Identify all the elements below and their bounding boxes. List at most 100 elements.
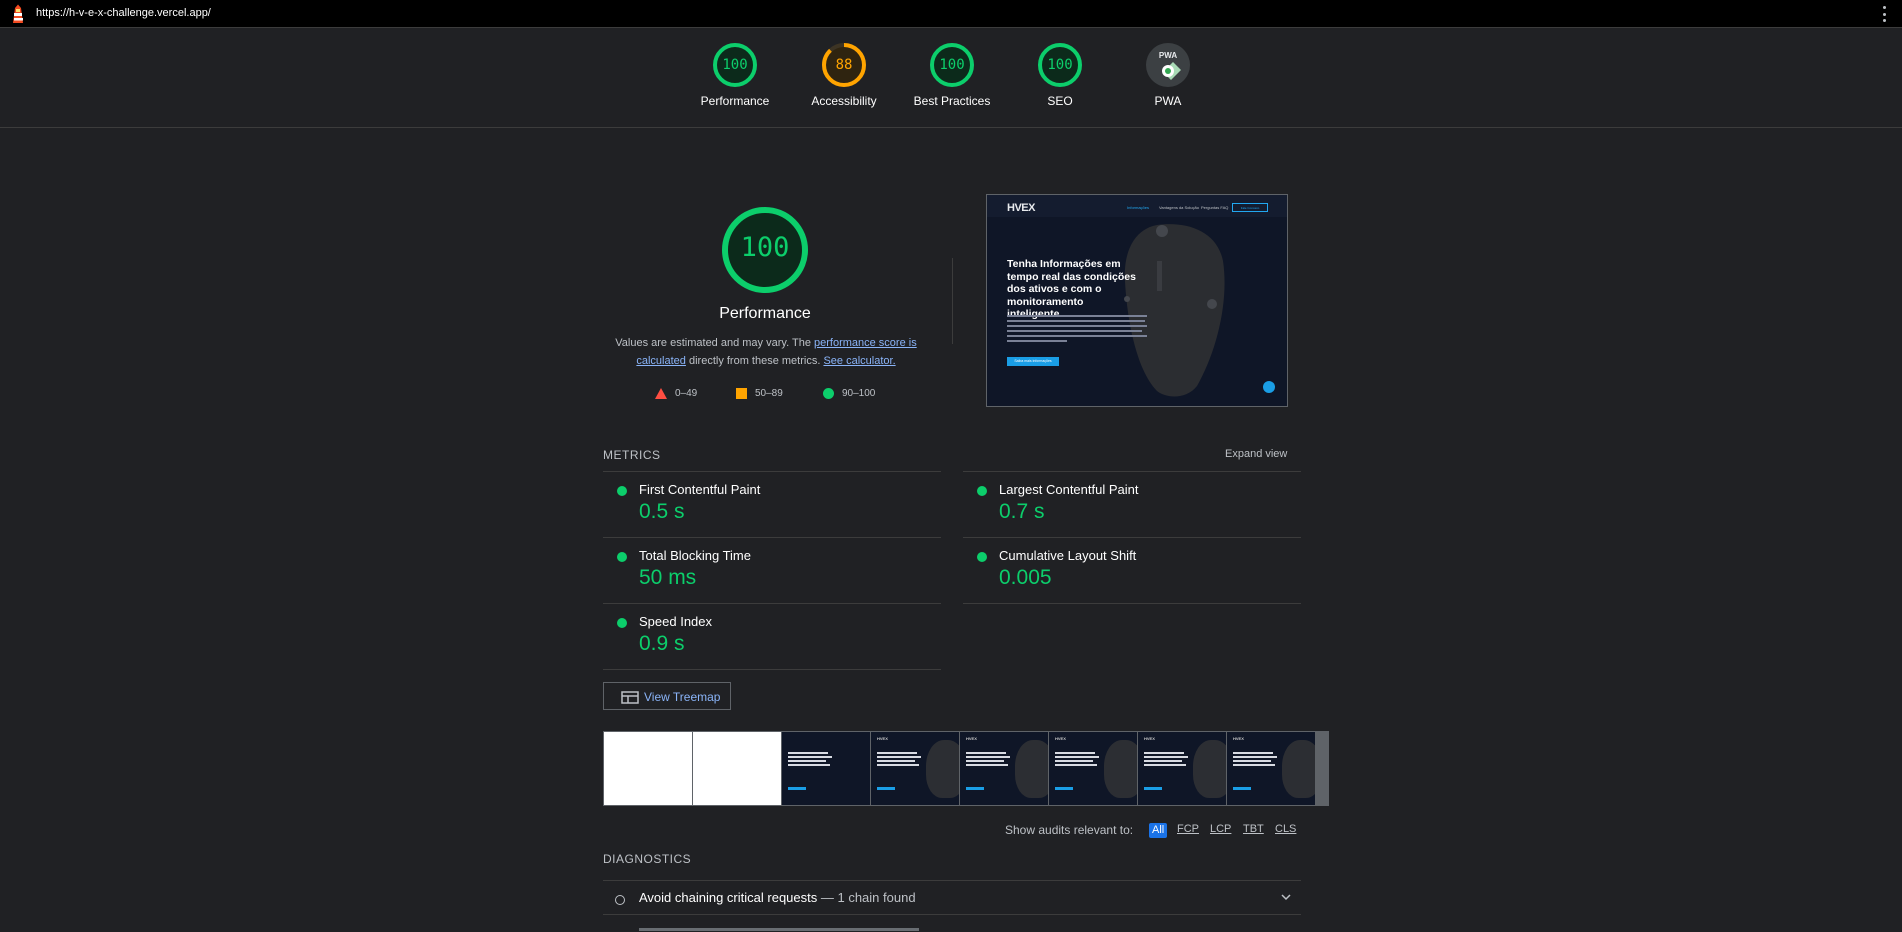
metric-speed-index: Speed Index 0.9 s	[603, 603, 941, 670]
pass-circle-icon	[617, 552, 627, 562]
report-topbar: https://h-v-e-x-challenge.vercel.app/	[0, 0, 1902, 28]
audit-title-text: Avoid chaining critical requests	[639, 890, 818, 905]
expand-view-toggle[interactable]: Expand view	[1225, 448, 1287, 460]
filmstrip-frame	[693, 732, 781, 805]
divider	[952, 258, 953, 344]
audit-filter-label: Show audits relevant to:	[1005, 823, 1134, 837]
gauge-score: 100	[939, 57, 965, 73]
gauge-accessibility[interactable]: 88 Accessibility	[789, 42, 899, 108]
screenshot-headline: Tenha Informações em tempo real das cond…	[1007, 258, 1136, 320]
lighthouse-logo-icon	[13, 4, 23, 23]
legend-average-label: 50–89	[755, 388, 783, 399]
filmstrip-frame: HVEX	[871, 732, 959, 805]
filter-chip-cls[interactable]: CLS	[1275, 823, 1296, 835]
score-scale-legend: 0–49 50–89 90–100	[655, 388, 895, 402]
pass-circle-icon	[617, 618, 627, 628]
report-url[interactable]: https://h-v-e-x-challenge.vercel.app/	[36, 7, 211, 19]
filmstrip-frame: HVEX	[960, 732, 1048, 805]
audit-title: Avoid chaining critical requests — 1 cha…	[639, 890, 916, 905]
filmstrip-frame	[782, 732, 870, 805]
filmstrip-frame: HVEX	[1227, 732, 1315, 805]
gauge-label: Accessibility	[811, 94, 877, 108]
filter-chip-fcp[interactable]: FCP	[1177, 823, 1199, 835]
metric-value: 0.7 s	[999, 500, 1045, 523]
pass-circle-icon	[617, 486, 627, 496]
pwa-badge-text: PWA	[1158, 51, 1178, 60]
informative-circle-icon	[615, 895, 625, 905]
pass-circle-icon	[977, 486, 987, 496]
desc-text: directly from these metrics.	[685, 355, 824, 367]
audit-critical-request-chains[interactable]: Avoid chaining critical requests — 1 cha…	[603, 880, 1301, 915]
screenshot-nav-item: Informações	[1127, 205, 1150, 210]
performance-description: Values are estimated and may vary. The p…	[610, 334, 922, 370]
filter-chip-all[interactable]: All	[1149, 823, 1168, 838]
screenshot-nav-item: Perguntas FAQ	[1201, 205, 1229, 210]
gauge-label: PWA	[1154, 94, 1182, 108]
chevron-down-icon[interactable]	[1281, 893, 1291, 901]
performance-score: 100	[740, 232, 790, 263]
treemap-icon	[621, 691, 639, 704]
gauge-performance[interactable]: 100 Performance	[680, 42, 790, 108]
metric-title: Total Blocking Time	[639, 548, 751, 563]
metric-title: Cumulative Layout Shift	[999, 548, 1137, 563]
gauge-label: Performance	[700, 94, 770, 108]
gauge-best-practices[interactable]: 100 Best Practices	[897, 42, 1007, 108]
legend-fail: 0–49	[655, 388, 697, 399]
final-screenshot[interactable]: HVEX Informações Vantagens da Solução Pe…	[986, 194, 1288, 407]
screenshot-cta: Saiba mais informações	[1007, 357, 1059, 366]
metric-value: 0.9 s	[639, 632, 685, 655]
filter-chip-lcp[interactable]: LCP	[1210, 823, 1231, 835]
pwa-badge-icon	[1146, 43, 1190, 87]
frame-logo: HVEX	[877, 736, 888, 741]
gauge-score: 100	[722, 57, 748, 73]
metric-fcp: First Contentful Paint 0.5 s	[603, 471, 941, 537]
screenshot-nav-button: Fale Conosco	[1232, 203, 1268, 212]
frame-logo: HVEX	[1144, 736, 1155, 741]
metric-cls: Cumulative Layout Shift 0.005	[963, 537, 1301, 604]
gauge-label: SEO	[1047, 94, 1073, 108]
metric-title: First Contentful Paint	[639, 482, 761, 497]
category-scores-header: 100 Performance 88 Accessibility 100 Bes…	[0, 29, 1902, 128]
screenshot-chat-icon	[1263, 381, 1275, 393]
diagnostics-title: DIAGNOSTICS	[603, 852, 692, 866]
metric-value: 0.005	[999, 566, 1052, 589]
frame-logo: HVEX	[966, 736, 977, 741]
audit-display-value: — 1 chain found	[820, 890, 916, 905]
legend-average: 50–89	[736, 388, 783, 399]
view-treemap-label: View Treemap	[644, 690, 721, 704]
screenshot-nav-item: Vantagens da Solução	[1159, 205, 1199, 210]
metric-tbt: Total Blocking Time 50 ms	[603, 537, 941, 603]
pass-circle-icon	[823, 388, 834, 399]
performance-title: Performance	[719, 305, 811, 322]
metric-title: Speed Index	[639, 614, 713, 629]
metric-value: 0.5 s	[639, 500, 685, 523]
metric-lcp: Largest Contentful Paint 0.7 s	[963, 471, 1301, 537]
legend-pass-label: 90–100	[842, 388, 876, 399]
view-treemap-button[interactable]: View Treemap	[603, 682, 731, 710]
filmstrip: HVEX HVEX HVEX HVEX HVEX	[603, 731, 1329, 806]
filmstrip-frame	[604, 732, 692, 805]
legend-pass: 90–100	[823, 388, 875, 399]
filmstrip-frame: HVEX	[1049, 732, 1137, 805]
pass-circle-icon	[977, 552, 987, 562]
gauge-score: 88	[835, 57, 853, 73]
next-audit-row-partial	[639, 922, 939, 932]
legend-fail-label: 0–49	[675, 388, 698, 399]
average-square-icon	[736, 388, 747, 399]
metric-value: 50 ms	[639, 566, 697, 589]
frame-logo: HVEX	[1233, 736, 1244, 741]
filter-chip-tbt[interactable]: TBT	[1243, 823, 1264, 835]
gauge-pwa[interactable]: PWA PWA	[1113, 42, 1223, 108]
screenshot-paragraph	[1007, 315, 1147, 345]
frame-logo: HVEX	[1055, 736, 1066, 741]
desc-text: Values are estimated and may vary. The	[615, 337, 814, 349]
gauge-label: Best Practices	[913, 94, 991, 108]
gauge-score: 100	[1047, 57, 1073, 73]
screenshot-logo: HVEX	[1007, 202, 1035, 214]
filmstrip-frame: HVEX	[1138, 732, 1226, 805]
gauge-seo[interactable]: 100 SEO	[1005, 42, 1115, 108]
metrics-title: METRICS	[603, 448, 661, 462]
metric-title: Largest Contentful Paint	[999, 482, 1139, 497]
more-options-icon[interactable]	[1882, 6, 1886, 22]
see-calculator-link[interactable]: See calculator.	[823, 355, 895, 367]
